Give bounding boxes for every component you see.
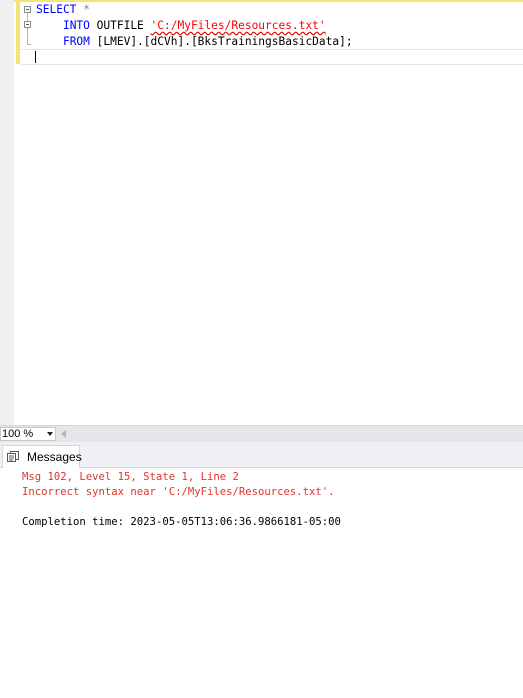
code-line-2[interactable]: INTO OUTFILE 'C:/MyFiles/Resources.txt' xyxy=(36,18,326,34)
query-editor[interactable]: SELECT * INTO OUTFILE 'C:/MyFiles/Resour… xyxy=(0,0,523,425)
tab-messages[interactable]: Messages xyxy=(2,445,82,468)
messages-pane[interactable]: Msg 102, Level 15, State 1, Line 2 Incor… xyxy=(0,468,523,698)
error-message-text: Incorrect syntax near 'C:/MyFiles/Resour… xyxy=(22,486,335,498)
chevron-down-icon[interactable] xyxy=(47,432,53,436)
fold-guide-end xyxy=(27,44,31,45)
messages-icon xyxy=(7,451,19,462)
change-tracking-bar xyxy=(16,0,20,64)
keyword-from: FROM xyxy=(62,35,90,48)
completion-time: Completion time: 2023-05-05T13:06:36.986… xyxy=(22,516,341,528)
zoom-value: 100 % xyxy=(2,428,34,440)
fold-guide xyxy=(27,13,28,21)
table-reference: [LMEV].[dCVh].[BksTrainingsBasicData]; xyxy=(89,35,353,48)
code-line-3[interactable]: FROM [LMEV].[dCVh].[BksTrainingsBasicDat… xyxy=(36,34,353,50)
results-tab-strip: Messages xyxy=(0,442,523,468)
keyword-select: SELECT xyxy=(36,3,77,16)
select-star: * xyxy=(76,3,90,16)
string-literal: 'C:/MyFiles/Resources.txt' xyxy=(150,19,326,32)
current-line-highlight xyxy=(21,49,523,65)
zoom-dropdown[interactable]: 100 % xyxy=(0,427,56,441)
editor-gutter xyxy=(0,0,14,425)
scroll-left-icon[interactable] xyxy=(61,430,66,438)
editor-top-edge xyxy=(14,0,523,2)
text-caret xyxy=(35,51,36,63)
error-message-header: Msg 102, Level 15, State 1, Line 2 xyxy=(22,471,239,483)
fold-guide xyxy=(27,28,28,44)
collapse-icon[interactable] xyxy=(24,6,31,13)
keyword-into: INTO xyxy=(62,19,90,32)
outfile-token: OUTFILE xyxy=(89,19,151,32)
code-line-1[interactable]: SELECT * xyxy=(36,2,90,18)
tab-messages-label: Messages xyxy=(27,450,82,464)
editor-status-bar: 100 % xyxy=(0,425,523,442)
collapse-icon[interactable] xyxy=(24,21,31,28)
